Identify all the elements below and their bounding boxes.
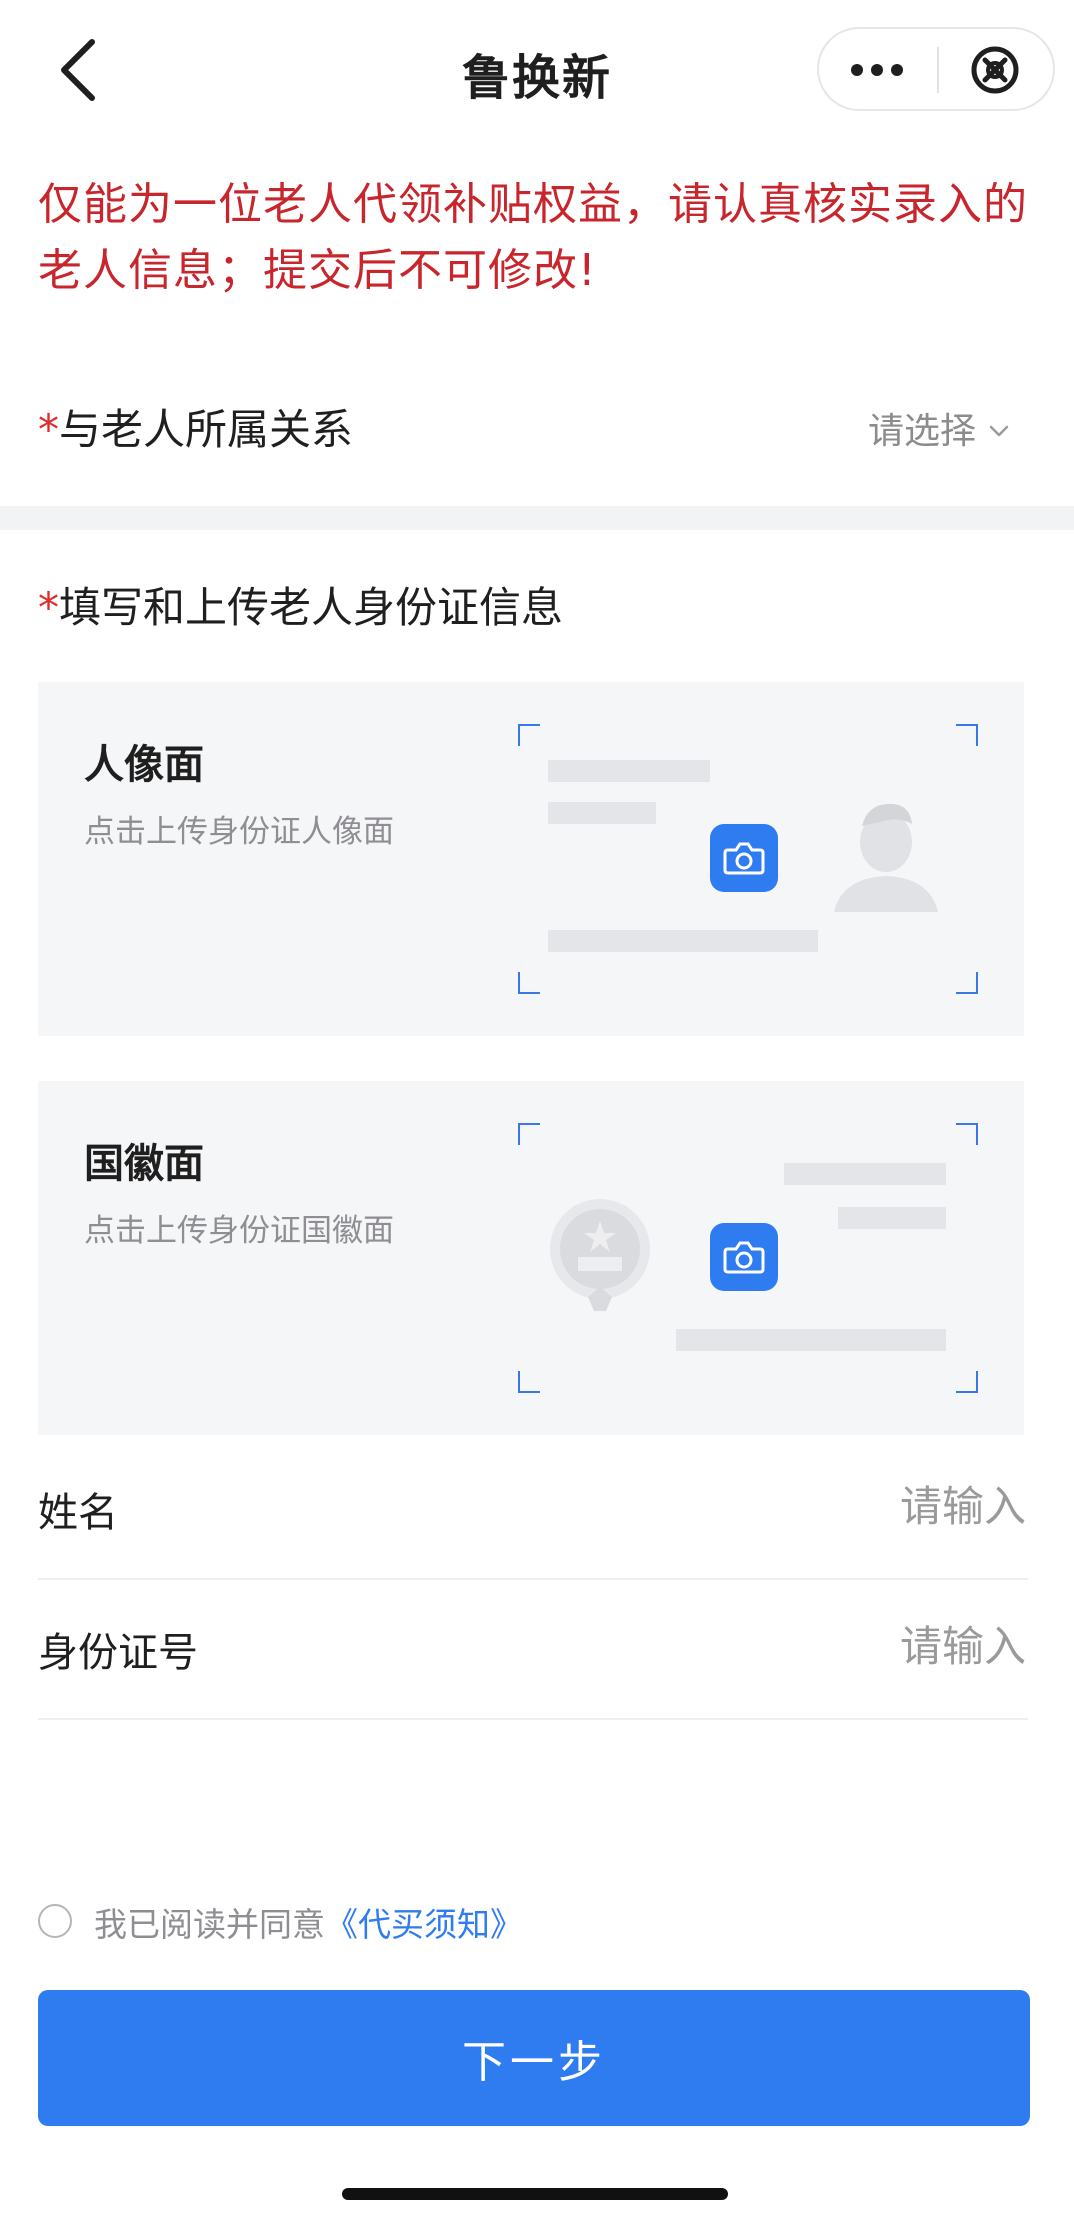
relation-placeholder: 请选择 bbox=[867, 411, 976, 452]
close-icon[interactable] bbox=[939, 29, 1053, 109]
relation-select[interactable]: *与老人所属关系 请选择 bbox=[38, 390, 1036, 466]
section-divider bbox=[0, 506, 1074, 530]
id-card-emblem-illustration bbox=[518, 1123, 978, 1393]
agreement-link[interactable]: 《代买须知》 bbox=[325, 1905, 523, 1944]
upload-id-portrait-card[interactable]: 人像面 点击上传身份证人像面 bbox=[38, 682, 1024, 1036]
name-field-row: 姓名 bbox=[38, 1440, 1028, 1580]
id-section-title: *填写和上传老人身份证信息 bbox=[38, 583, 564, 632]
card-subtitle: 点击上传身份证人像面 bbox=[84, 814, 394, 850]
id-number-field-row: 身份证号 bbox=[38, 1580, 1028, 1720]
agreement-row: 我已阅读并同意《代买须知》 bbox=[38, 1896, 838, 1946]
required-mark: * bbox=[38, 405, 59, 454]
home-indicator bbox=[342, 2188, 728, 2200]
id-number-label: 身份证号 bbox=[38, 1630, 198, 1676]
name-input[interactable] bbox=[504, 1470, 1028, 1542]
more-icon[interactable] bbox=[819, 29, 937, 109]
nav-bar: 鲁换新 bbox=[0, 0, 1074, 140]
camera-icon[interactable] bbox=[710, 1223, 778, 1291]
relation-label: *与老人所属关系 bbox=[38, 405, 354, 454]
name-label: 姓名 bbox=[38, 1490, 118, 1536]
card-title: 人像面 bbox=[84, 742, 204, 788]
required-mark: * bbox=[38, 583, 59, 632]
id-number-input[interactable] bbox=[504, 1610, 1028, 1682]
card-subtitle: 点击上传身份证国徽面 bbox=[84, 1213, 394, 1249]
mini-program-capsule bbox=[817, 27, 1055, 111]
id-card-portrait-illustration bbox=[518, 724, 978, 994]
camera-icon[interactable] bbox=[710, 824, 778, 892]
chevron-down-icon bbox=[988, 420, 1010, 442]
avatar-silhouette-icon bbox=[828, 794, 944, 918]
upload-id-emblem-card[interactable]: 国徽面 点击上传身份证国徽面 bbox=[38, 1081, 1024, 1435]
agreement-text: 我已阅读并同意《代买须知》 bbox=[94, 1905, 523, 1944]
national-emblem-icon bbox=[544, 1193, 656, 1317]
agreement-checkbox[interactable] bbox=[38, 1904, 72, 1938]
next-step-button[interactable]: 下一步 bbox=[38, 1990, 1030, 2126]
warning-notice: 仅能为一位老人代领补贴权益，请认真核实录入的老人信息；提交后不可修改! bbox=[38, 179, 1028, 296]
card-title: 国徽面 bbox=[84, 1141, 204, 1187]
